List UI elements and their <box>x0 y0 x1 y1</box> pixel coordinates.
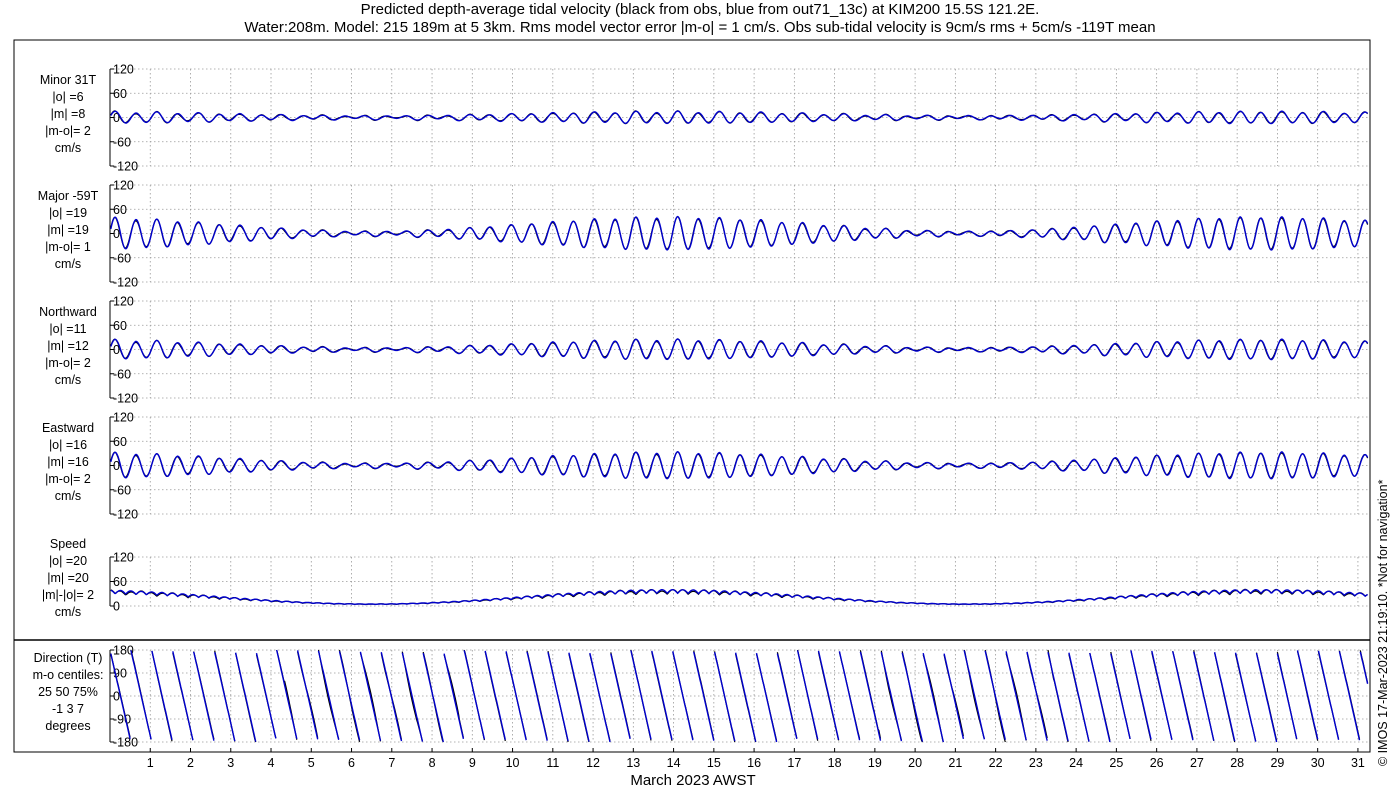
y-tick-label-eastward--60: -60 <box>113 483 131 497</box>
plot-frame <box>13 39 1371 753</box>
x-tick-label-19: 19 <box>868 756 882 770</box>
x-tick-label-7: 7 <box>388 756 395 770</box>
x-tick-label-29: 29 <box>1270 756 1284 770</box>
x-tick-label-11: 11 <box>546 756 559 770</box>
y-tick-label-major-60: 60 <box>113 203 127 217</box>
y-tick-label-direction--90: -90 <box>113 713 131 727</box>
y-tick-label-northward-120: 120 <box>113 295 134 309</box>
panel-label-northward-2: |m| =12 <box>47 339 89 353</box>
panel-northward: 120600-60-120Northward|o| =11|m| =12|m-o… <box>39 295 1370 406</box>
x-tick-label-3: 3 <box>227 756 234 770</box>
panel-label-minor-2: |m| =8 <box>51 107 86 121</box>
panel-label-eastward-1: |o| =16 <box>49 438 87 452</box>
copyright-note: © IMOS 17-Mar-2023 21:19:10. *Not for na… <box>1373 410 1393 766</box>
y-tick-label-minor--120: -120 <box>113 160 138 174</box>
panel-label-direction-3: -1 3 7 <box>52 702 84 716</box>
panel-label-minor-1: |o| =6 <box>52 90 83 104</box>
panel-label-northward-4: cm/s <box>55 373 81 387</box>
x-tick-label-25: 25 <box>1109 756 1123 770</box>
x-tick-label-18: 18 <box>828 756 842 770</box>
y-tick-label-eastward-120: 120 <box>113 411 134 425</box>
x-tick-label-1: 1 <box>147 756 154 770</box>
y-tick-label-major-120: 120 <box>113 179 134 193</box>
x-tick-label-5: 5 <box>308 756 315 770</box>
x-tick-label-24: 24 <box>1069 756 1083 770</box>
panel-eastward: 120600-60-120Eastward|o| =16|m| =16|m-o|… <box>42 411 1370 522</box>
y-tick-label-major--60: -60 <box>113 251 131 265</box>
panel-label-major-0: Major -59T <box>38 189 99 203</box>
panel-label-direction-4: degrees <box>45 719 90 733</box>
x-tick-label-16: 16 <box>747 756 761 770</box>
y-tick-label-direction--180: -180 <box>113 736 138 750</box>
copyright-text: © IMOS 17-Mar-2023 21:19:10. *Not for na… <box>1376 479 1390 766</box>
y-tick-label-eastward-60: 60 <box>113 435 127 449</box>
y-tick-label-speed-0: 0 <box>113 600 120 614</box>
x-tick-label-17: 17 <box>787 756 801 770</box>
panel-speed: 120 60 0 Speed |o| =20 |m| =20 |m|-|o|= 2 cm/s <box>42 537 1370 619</box>
panel-label-speed-2: |m| =20 <box>47 571 89 585</box>
panel-label-major-2: |m| =19 <box>47 223 89 237</box>
x-tick-label-6: 6 <box>348 756 355 770</box>
panel-label-northward-3: |m-o|= 2 <box>45 356 91 370</box>
x-tick-label-9: 9 <box>469 756 476 770</box>
x-tick-label-20: 20 <box>908 756 922 770</box>
y-tick-label-northward--120: -120 <box>113 392 138 406</box>
x-tick-label-10: 10 <box>506 756 520 770</box>
x-tick-label-31: 31 <box>1351 756 1365 770</box>
panel-label-eastward-3: |m-o|= 2 <box>45 472 91 486</box>
panel-label-major-1: |o| =19 <box>49 206 87 220</box>
y-tick-label-speed-120: 120 <box>113 551 134 565</box>
x-tick-label-2: 2 <box>187 756 194 770</box>
x-tick-label-14: 14 <box>667 756 681 770</box>
panel-label-speed-1: |o| =20 <box>49 554 87 568</box>
panel-major: 120600-60-120Major -59T|o| =19|m| =19|m-… <box>38 179 1370 290</box>
y-tick-label-minor-60: 60 <box>113 87 127 101</box>
x-tick-label-4: 4 <box>268 756 275 770</box>
panel-label-northward-1: |o| =11 <box>49 322 86 336</box>
panel-label-minor-0: Minor 31T <box>40 73 97 87</box>
panel-label-direction-0: Direction (T) <box>34 651 103 665</box>
panel-label-minor-4: cm/s <box>55 141 81 155</box>
y-tick-label-northward-60: 60 <box>113 319 127 333</box>
x-tick-label-27: 27 <box>1190 756 1204 770</box>
panel-label-eastward-2: |m| =16 <box>47 455 89 469</box>
panel-label-eastward-0: Eastward <box>42 421 94 435</box>
x-tick-label-22: 22 <box>989 756 1003 770</box>
y-tick-label-major--120: -120 <box>113 276 138 290</box>
panel-minor: 120 60 0 -60 -120 Minor 31T |o| =6 |m| =8 |m-o|=… <box>40 63 1370 174</box>
y-tick-label-minor-120: 120 <box>113 63 134 77</box>
panel-label-speed-0: Speed <box>50 537 86 551</box>
x-axis-label: March 2023 AWST <box>630 772 755 789</box>
panel-label-direction-2: 25 50 75% <box>38 685 98 699</box>
tidal-velocity-chart: 120600-60-120Minor 31T|o| =6|m| =8|m-o|=… <box>13 39 1371 789</box>
y-tick-label-eastward--120: -120 <box>113 508 138 522</box>
x-tick-label-26: 26 <box>1150 756 1164 770</box>
x-tick-label-30: 30 <box>1311 756 1325 770</box>
x-tick-label-23: 23 <box>1029 756 1043 770</box>
y-tick-label-minor-0: 0 <box>113 111 120 125</box>
x-tick-label-8: 8 <box>429 756 436 770</box>
panel-label-speed-3: |m|-|o|= 2 <box>42 588 94 602</box>
panel-label-eastward-4: cm/s <box>55 489 81 503</box>
panel-label-northward-0: Northward <box>39 305 97 319</box>
panel-label-speed-4: cm/s <box>55 605 81 619</box>
panel-direction: 180900-90-180Direction (T)m-o centiles:2… <box>33 644 1370 750</box>
y-tick-label-speed-60: 60 <box>113 575 127 589</box>
panel-label-minor-3: |m-o|= 2 <box>45 124 91 138</box>
panel-label-direction-1: m-o centiles: <box>33 668 104 682</box>
x-tick-label-13: 13 <box>626 756 640 770</box>
x-tick-label-28: 28 <box>1230 756 1244 770</box>
y-tick-label-minor--60: -60 <box>113 135 131 149</box>
panel-label-major-4: cm/s <box>55 257 81 271</box>
series-model-speed <box>110 588 1368 606</box>
x-tick-label-12: 12 <box>586 756 600 770</box>
x-tick-label-21: 21 <box>948 756 962 770</box>
panel-label-major-3: |m-o|= 1 <box>45 240 91 254</box>
x-tick-label-15: 15 <box>707 756 721 770</box>
y-tick-label-northward--60: -60 <box>113 367 131 381</box>
